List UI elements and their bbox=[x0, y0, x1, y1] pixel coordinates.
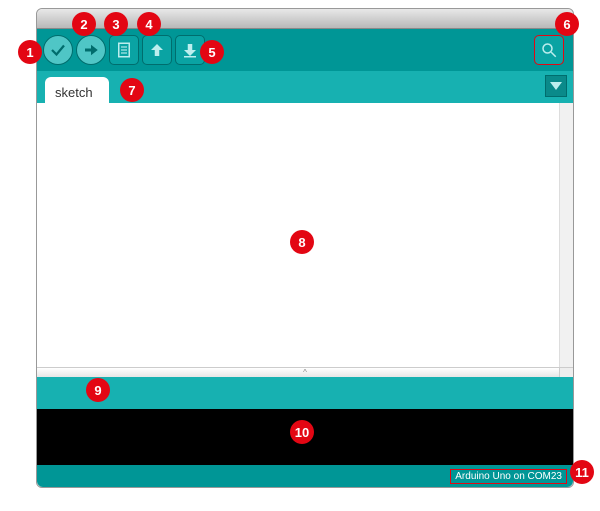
document-icon bbox=[115, 41, 133, 59]
tab-label: sketch bbox=[55, 85, 93, 100]
check-icon bbox=[49, 41, 67, 59]
code-editor[interactable] bbox=[37, 103, 559, 367]
board-port-label: Arduino Uno on COM23 bbox=[450, 469, 567, 484]
serial-monitor-button[interactable] bbox=[534, 35, 564, 65]
arrow-down-icon bbox=[181, 41, 199, 59]
arduino-ide-window: sketch ^ Arduino Uno on COM23 bbox=[36, 8, 574, 488]
horizontal-scrollbar[interactable]: ^ bbox=[37, 367, 573, 377]
chevron-down-icon bbox=[550, 82, 562, 90]
scroll-corner bbox=[559, 368, 573, 377]
upload-button[interactable] bbox=[76, 35, 106, 65]
status-bar bbox=[37, 377, 573, 409]
magnifier-icon bbox=[540, 41, 558, 59]
save-sketch-button[interactable] bbox=[175, 35, 205, 65]
editor-area bbox=[37, 103, 573, 367]
tab-menu-button[interactable] bbox=[545, 75, 567, 97]
output-console[interactable] bbox=[37, 409, 573, 465]
new-sketch-button[interactable] bbox=[109, 35, 139, 65]
arrow-right-icon bbox=[82, 41, 100, 59]
window-titlebar[interactable] bbox=[37, 9, 573, 29]
open-sketch-button[interactable] bbox=[142, 35, 172, 65]
toolbar bbox=[37, 29, 573, 71]
tab-sketch[interactable]: sketch bbox=[45, 77, 109, 103]
chevron-up-icon: ^ bbox=[303, 368, 307, 377]
tab-bar: sketch bbox=[37, 71, 573, 103]
vertical-scrollbar[interactable] bbox=[559, 103, 573, 367]
footer-bar: Arduino Uno on COM23 bbox=[37, 465, 573, 487]
verify-button[interactable] bbox=[43, 35, 73, 65]
arrow-up-icon bbox=[148, 41, 166, 59]
